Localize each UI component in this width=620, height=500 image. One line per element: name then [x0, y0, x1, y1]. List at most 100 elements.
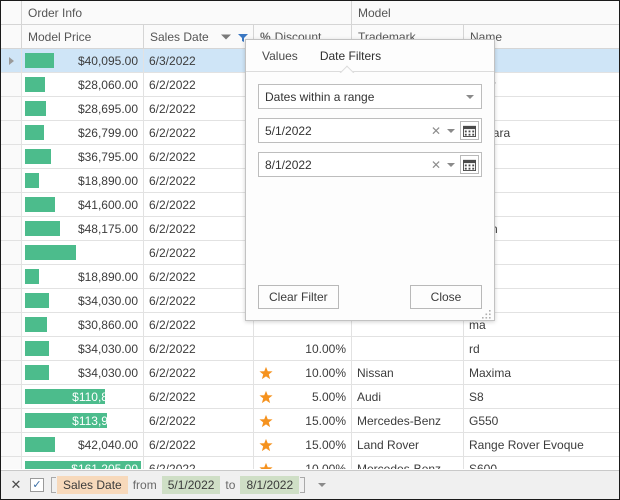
cell-name: G550 [464, 409, 619, 432]
cell-discount: 15.00% [254, 433, 352, 456]
table-row[interactable]: $42,040.006/2/202215.00%Land RoverRange … [1, 433, 619, 457]
price-data-bar [25, 77, 45, 92]
cell-sales-date: 6/2/2022 [144, 145, 254, 168]
band-order-info[interactable]: Order Info [22, 1, 352, 24]
date-to-value: 8/1/2022 [265, 158, 428, 172]
row-indicator[interactable] [1, 409, 22, 432]
cell-model-price-text: $34,030.00 [78, 366, 138, 380]
star-icon [259, 414, 273, 428]
band-order-info-label: Order Info [28, 6, 82, 20]
tab-date-filters[interactable]: Date Filters [318, 47, 383, 65]
cell-model-price: $34,030.00 [22, 289, 144, 312]
column-header-sales-date[interactable]: Sales Date [144, 25, 254, 48]
filter-expression[interactable]: Sales Date from 5/1/2022 to 8/1/2022 [51, 476, 305, 494]
price-data-bar [25, 101, 46, 116]
cell-model-price-text: $41,600.00 [78, 198, 138, 212]
cell-discount-value: 10.00% [277, 462, 346, 470]
resize-grip-icon[interactable] [482, 308, 491, 317]
column-header-sales-date-label: Sales Date [150, 30, 209, 44]
filter-close-icon[interactable]: ✕ [9, 478, 23, 492]
filter-enabled-checkbox[interactable]: ✓ [30, 478, 44, 492]
cell-model-price-text: $71,325.00 [78, 246, 138, 260]
row-indicator[interactable] [1, 385, 22, 408]
row-indicator[interactable] [1, 241, 22, 264]
cell-name: Range Rover Evoque [464, 433, 619, 456]
close-button[interactable]: Close [410, 285, 482, 309]
filter-to-value: 8/1/2022 [240, 476, 299, 494]
popup-tab-strip: Values Date Filters [246, 40, 494, 72]
filter-field-tag: Sales Date [57, 476, 128, 494]
date-to-dropdown-icon[interactable] [444, 163, 458, 167]
cell-sales-date: 6/2/2022 [144, 97, 254, 120]
row-indicator[interactable] [1, 73, 22, 96]
filter-history-dropdown-icon[interactable] [318, 483, 326, 487]
table-row[interactable]: $113,905.006/2/202215.00%Mercedes-BenzG5… [1, 409, 619, 433]
column-header-model-price[interactable]: Model Price [22, 25, 144, 48]
cell-model-price-text: $28,060.00 [78, 78, 138, 92]
cell-model-price: $113,905.00 [22, 409, 144, 432]
date-to-calendar-icon[interactable] [460, 155, 479, 174]
cell-model-price-text: $161,205.00 [71, 462, 138, 470]
star-icon [259, 390, 273, 404]
clear-filter-button[interactable]: Clear Filter [258, 285, 339, 309]
row-indicator[interactable] [1, 313, 22, 336]
price-data-bar [25, 341, 49, 356]
price-data-bar [25, 437, 55, 452]
cell-model-price: $26,799.00 [22, 121, 144, 144]
date-from-clear-icon[interactable]: ✕ [428, 124, 444, 138]
cell-sales-date: 6/2/2022 [144, 73, 254, 96]
star-icon [259, 438, 273, 452]
cell-model-price-text: $40,095.00 [78, 54, 138, 68]
cell-model-price: $42,040.00 [22, 433, 144, 456]
cell-model-price: $34,030.00 [22, 361, 144, 384]
row-indicator[interactable] [1, 289, 22, 312]
date-to-field[interactable]: 8/1/2022 ✕ [258, 152, 482, 177]
cell-model-price: $48,175.00 [22, 217, 144, 240]
row-indicator[interactable] [1, 145, 22, 168]
filter-condition-value: Dates within a range [265, 90, 374, 104]
cell-model-price-text: $48,175.00 [78, 222, 138, 236]
cell-model-price-text: $36,795.00 [78, 150, 138, 164]
chevron-down-icon [466, 95, 474, 99]
row-indicator[interactable] [1, 121, 22, 144]
price-data-bar [25, 149, 51, 164]
filter-condition-combobox[interactable]: Dates within a range [258, 84, 482, 109]
row-indicator[interactable] [1, 193, 22, 216]
row-indicator[interactable] [1, 337, 22, 360]
row-indicator[interactable] [1, 265, 22, 288]
cell-discount-value: 15.00% [277, 414, 346, 428]
date-to-clear-icon[interactable]: ✕ [428, 158, 444, 172]
row-indicator[interactable] [1, 433, 22, 456]
cell-trademark: Mercedes-Benz [352, 409, 464, 432]
table-row[interactable]: $161,205.006/2/202210.00%Mercedes-BenzS6… [1, 457, 619, 469]
band-model[interactable]: Model [352, 1, 619, 24]
cell-discount-value: 5.00% [277, 390, 346, 404]
cell-name: S8 [464, 385, 619, 408]
table-row[interactable]: $34,030.006/2/202210.00%NissanMaxima [1, 361, 619, 385]
row-caret-icon [9, 57, 14, 65]
cell-sales-date: 6/2/2022 [144, 289, 254, 312]
cell-sales-date: 6/2/2022 [144, 361, 254, 384]
row-indicator[interactable] [1, 97, 22, 120]
price-data-bar [25, 197, 55, 212]
cell-sales-date: 6/2/2022 [144, 385, 254, 408]
date-from-dropdown-icon[interactable] [444, 129, 458, 133]
tab-values[interactable]: Values [260, 47, 300, 65]
date-from-field[interactable]: 5/1/2022 ✕ [258, 118, 482, 143]
date-from-calendar-icon[interactable] [460, 121, 479, 140]
row-indicator[interactable] [1, 457, 22, 469]
star-icon [259, 462, 273, 470]
row-indicator[interactable] [1, 169, 22, 192]
cell-discount: 15.00% [254, 409, 352, 432]
cell-sales-date: 6/2/2022 [144, 241, 254, 264]
table-row[interactable]: $110,895.006/2/20225.00%AudiS8 [1, 385, 619, 409]
price-data-bar [25, 173, 39, 188]
cell-model-price-text: $34,030.00 [78, 342, 138, 356]
table-row[interactable]: $34,030.006/2/202210.00%rd [1, 337, 619, 361]
cell-sales-date: 6/2/2022 [144, 337, 254, 360]
row-indicator[interactable] [1, 217, 22, 240]
row-indicator[interactable] [1, 49, 22, 72]
cell-sales-date: 6/2/2022 [144, 121, 254, 144]
cell-model-price-text: $34,030.00 [78, 294, 138, 308]
row-indicator[interactable] [1, 361, 22, 384]
